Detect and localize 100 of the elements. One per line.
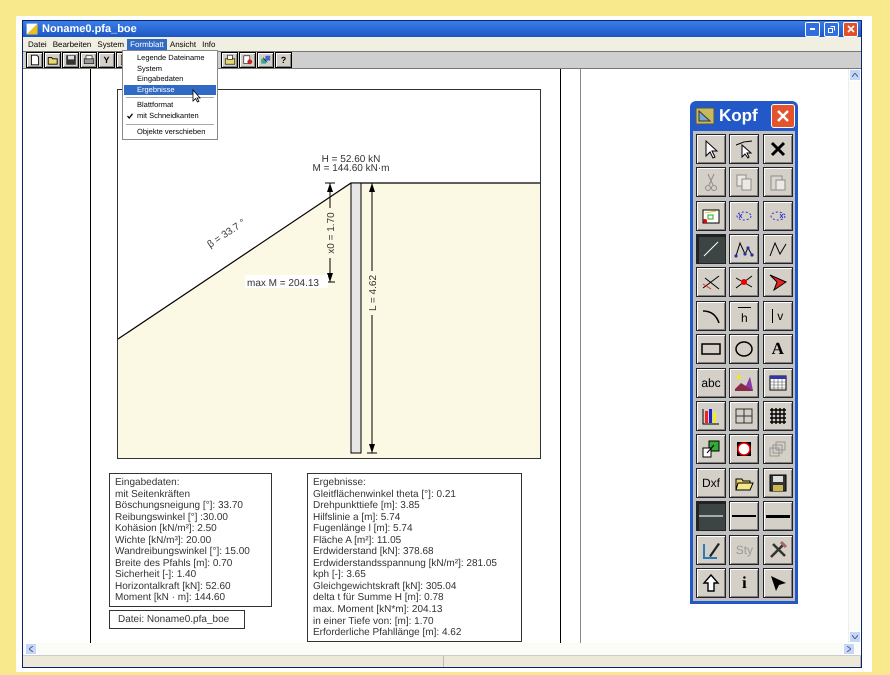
- transfer-icon: [701, 439, 721, 460]
- toolbar-button[interactable]: Y: [98, 52, 115, 68]
- result-line: kph [-]: 3.65: [313, 569, 367, 581]
- menu-item[interactable]: Info: [199, 38, 218, 50]
- minimize-icon: [810, 28, 815, 30]
- ellipse-icon: [734, 339, 754, 360]
- tool-button[interactable]: [762, 501, 793, 532]
- tool-button[interactable]: [729, 134, 760, 164]
- toolbar-button[interactable]: [26, 52, 43, 68]
- result-line: Hilfslinie a [m]: 5.74: [313, 512, 402, 524]
- input-data-line: Wandreibungswinkel [°]: 15.00: [115, 546, 251, 558]
- result-line: Gleitflächenwinkel theta [°]: 0.21: [313, 488, 457, 500]
- new-document-icon: [28, 54, 40, 66]
- result-line: in einer Tiefe von: [m]: 1.70: [313, 616, 435, 628]
- grid-icon: [768, 406, 788, 426]
- tool-button[interactable]: [696, 334, 726, 364]
- tool-button[interactable]: [696, 234, 726, 264]
- force-label: H = 52.60 kN: [322, 154, 380, 165]
- tool-button[interactable]: [696, 134, 726, 164]
- tool-button[interactable]: [696, 434, 726, 464]
- flag-icon: [768, 272, 788, 292]
- menu-item[interactable]: Formblatt: [127, 38, 167, 50]
- tool-button[interactable]: [729, 368, 760, 398]
- tool-button[interactable]: A: [762, 334, 793, 364]
- horizontal-scrollbar[interactable]: [23, 643, 861, 655]
- node-cursor-icon: [734, 138, 754, 159]
- scroll-right-button[interactable]: [843, 643, 855, 655]
- tool-button[interactable]: [729, 200, 760, 231]
- toolbar-button[interactable]: [62, 52, 79, 68]
- vertical-scrollbar[interactable]: [848, 69, 861, 643]
- toolbar-button[interactable]: [221, 52, 238, 68]
- toolbar-button[interactable]: [257, 52, 274, 68]
- mouse-cursor-icon: [192, 89, 201, 103]
- input-data-line: Böschungsneigung [°]: 33.70: [115, 500, 244, 512]
- tool-button[interactable]: [762, 401, 793, 432]
- tool-button[interactable]: [762, 534, 793, 565]
- input-data-line: Wichte [kN/m³]: 20.00: [115, 534, 212, 546]
- tool-button[interactable]: Dxf: [696, 468, 726, 498]
- toolbar-button[interactable]: [44, 52, 61, 68]
- close-button[interactable]: [771, 104, 795, 128]
- result-line: Erdwiderstandsspannung [kN/m²]: 281.05: [313, 558, 498, 570]
- four-pane-icon: [734, 406, 754, 426]
- tool-button[interactable]: [729, 434, 760, 464]
- tool-button[interactable]: v: [762, 300, 793, 331]
- tool-button[interactable]: [762, 368, 793, 398]
- tool-button[interactable]: [696, 267, 726, 298]
- tool-button[interactable]: [696, 200, 726, 231]
- result-line: Fläche A [m²]: 11.05: [313, 534, 402, 546]
- scroll-left-button[interactable]: [25, 643, 37, 655]
- menu-item[interactable]: Bearbeiten: [50, 38, 94, 50]
- input-data-line: Moment [kN · m]: 144.60: [115, 592, 226, 604]
- tool-button[interactable]: [762, 468, 793, 498]
- tool-button[interactable]: [696, 534, 726, 565]
- tool-button[interactable]: [762, 200, 793, 231]
- open-folder-icon: [46, 54, 58, 66]
- chevron-up-icon: [852, 73, 858, 77]
- scroll-down-button[interactable]: [849, 631, 861, 643]
- close-button[interactable]: [843, 22, 858, 36]
- tool-button[interactable]: [762, 568, 793, 598]
- tools-icon: [768, 540, 788, 560]
- menu-item[interactable]: Datei: [25, 38, 50, 50]
- tool-button[interactable]: h: [729, 300, 760, 331]
- file-name-box: Datei: Noname0.pfa_boe: [109, 610, 245, 630]
- tool-button[interactable]: [729, 401, 760, 432]
- scroll-up-button[interactable]: [849, 69, 861, 81]
- tool-button[interactable]: [696, 300, 726, 331]
- menu-item[interactable]: System: [94, 38, 128, 50]
- toolbar-button[interactable]: ?: [275, 52, 292, 68]
- landscape-chart-icon: [734, 372, 754, 393]
- window-title: Noname0.pfa_boe: [42, 23, 138, 35]
- tool-button[interactable]: i: [729, 568, 760, 598]
- tool-button[interactable]: [696, 501, 726, 532]
- close-icon: [846, 25, 854, 33]
- tool-button[interactable]: [729, 468, 760, 498]
- input-data-line: Eingabedaten:: [115, 477, 181, 489]
- input-data-line: Kohäsion [kN/m²]: 2.50: [115, 523, 218, 535]
- chevron-left-icon: [29, 646, 33, 652]
- tool-button[interactable]: [729, 234, 760, 264]
- minimize-button[interactable]: [805, 22, 820, 36]
- tool-button[interactable]: [762, 267, 793, 298]
- toolbar-button[interactable]: [80, 52, 97, 68]
- menu-item[interactable]: Ansicht: [166, 38, 200, 50]
- chevron-right-icon: [847, 646, 851, 652]
- tool-button[interactable]: [729, 334, 760, 364]
- tool-button[interactable]: abc: [696, 368, 726, 398]
- thick-line-icon: [766, 514, 790, 518]
- copy-icon: [734, 172, 754, 192]
- toolbar-button[interactable]: [239, 52, 256, 68]
- moment-label: M = 144.60 kN·m: [312, 163, 390, 174]
- close-icon: [776, 108, 790, 123]
- floppy-icon: [768, 472, 788, 493]
- tool-button[interactable]: [729, 267, 760, 298]
- tool-button[interactable]: [696, 568, 726, 598]
- angle-label: β = 33.7 °: [206, 217, 248, 251]
- tool-button[interactable]: [762, 234, 793, 264]
- tool-button[interactable]: [696, 401, 726, 432]
- tool-button[interactable]: [762, 134, 793, 164]
- double-line-icon: [699, 515, 723, 518]
- restore-button[interactable]: [824, 22, 839, 36]
- tool-button[interactable]: [729, 501, 760, 532]
